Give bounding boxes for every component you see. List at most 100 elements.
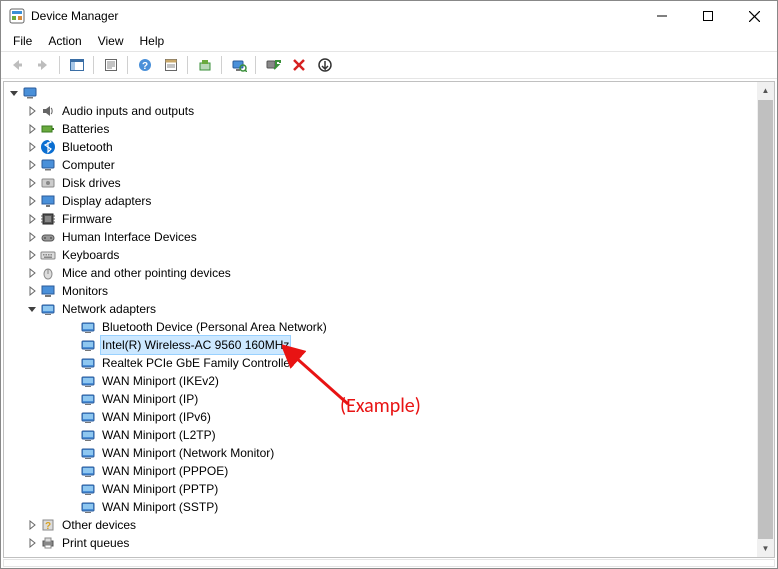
tree-item-label[interactable]: WAN Miniport (L2TP) <box>100 426 218 444</box>
tree-item-label[interactable]: Batteries <box>60 120 111 138</box>
expand-icon[interactable] <box>24 535 40 551</box>
tree-item-label[interactable]: WAN Miniport (IPv6) <box>100 408 213 426</box>
expand-icon[interactable] <box>24 193 40 209</box>
help-button[interactable]: ? <box>133 54 157 76</box>
tree-item-label[interactable]: Monitors <box>60 282 110 300</box>
expand-icon[interactable] <box>24 229 40 245</box>
printer-icon <box>40 535 56 551</box>
tree-category[interactable]: Print queues <box>4 534 774 552</box>
toolbar-separator <box>185 54 191 76</box>
battery-icon <box>40 121 56 137</box>
minimize-button[interactable] <box>639 1 685 31</box>
tree-category[interactable]: Computer <box>4 156 774 174</box>
expand-icon[interactable] <box>24 103 40 119</box>
close-button[interactable] <box>731 1 777 31</box>
expand-icon[interactable] <box>24 247 40 263</box>
collapse-icon[interactable] <box>6 85 22 101</box>
scroll-thumb[interactable] <box>758 100 773 539</box>
tree-category[interactable]: Bluetooth <box>4 138 774 156</box>
expand-icon[interactable] <box>24 211 40 227</box>
tree-device[interactable]: WAN Miniport (IKEv2) <box>4 372 774 390</box>
expand-icon[interactable] <box>24 139 40 155</box>
tree-category[interactable]: Firmware <box>4 210 774 228</box>
tree-item-label[interactable]: Print queues <box>60 534 131 552</box>
tree-item-label[interactable]: Display adapters <box>60 192 153 210</box>
expand-icon[interactable] <box>24 157 40 173</box>
tree-device[interactable]: WAN Miniport (IP) <box>4 390 774 408</box>
forward-button[interactable] <box>31 54 55 76</box>
tree-item-label[interactable]: WAN Miniport (IP) <box>100 390 200 408</box>
toolbar-separator <box>57 54 63 76</box>
tree-device[interactable]: WAN Miniport (SSTP) <box>4 498 774 516</box>
tree-device[interactable]: WAN Miniport (PPPOE) <box>4 462 774 480</box>
scan-hardware-button[interactable] <box>227 54 251 76</box>
tree-item-label[interactable]: Realtek PCIe GbE Family Controller <box>100 354 296 372</box>
uninstall-button[interactable] <box>287 54 311 76</box>
tree-item-label[interactable]: Keyboards <box>60 246 121 264</box>
tree-device[interactable]: WAN Miniport (PPTP) <box>4 480 774 498</box>
tree-device[interactable]: Bluetooth Device (Personal Area Network) <box>4 318 774 336</box>
tree-item-label[interactable]: WAN Miniport (PPTP) <box>100 480 220 498</box>
tree-category[interactable]: Monitors <box>4 282 774 300</box>
vertical-scrollbar[interactable]: ▲ ▼ <box>757 82 774 557</box>
tree-device[interactable]: WAN Miniport (L2TP) <box>4 426 774 444</box>
enable-device-button[interactable] <box>261 54 285 76</box>
tree-device[interactable]: WAN Miniport (Network Monitor) <box>4 444 774 462</box>
svg-text:?: ? <box>45 521 51 532</box>
tree-item-label[interactable]: Bluetooth Device (Personal Area Network) <box>100 318 329 336</box>
action-center-button[interactable] <box>159 54 183 76</box>
expand-icon[interactable] <box>24 175 40 191</box>
tree-category[interactable]: Network adapters <box>4 300 774 318</box>
tree-item-label[interactable]: Human Interface Devices <box>60 228 199 246</box>
tree-category[interactable]: Mice and other pointing devices <box>4 264 774 282</box>
root-icon <box>22 85 38 101</box>
tree-category[interactable]: Disk drives <box>4 174 774 192</box>
maximize-button[interactable] <box>685 1 731 31</box>
properties-button[interactable] <box>99 54 123 76</box>
collapse-icon[interactable] <box>24 301 40 317</box>
tree-category[interactable]: Human Interface Devices <box>4 228 774 246</box>
tree-item-label[interactable]: Audio inputs and outputs <box>60 102 196 120</box>
tree-item-label[interactable]: Intel(R) Wireless-AC 9560 160MHz <box>100 335 291 355</box>
tree-root[interactable] <box>4 84 774 102</box>
expand-icon[interactable] <box>24 265 40 281</box>
menu-help[interactable]: Help <box>132 32 173 50</box>
tree-category[interactable]: ? Other devices <box>4 516 774 534</box>
update-driver-button[interactable] <box>193 54 217 76</box>
tree-category[interactable]: Audio inputs and outputs <box>4 102 774 120</box>
tree-category[interactable]: Display adapters <box>4 192 774 210</box>
scroll-up-button[interactable]: ▲ <box>757 82 774 99</box>
tree-item-label[interactable]: Mice and other pointing devices <box>60 264 233 282</box>
show-hide-tree-button[interactable] <box>65 54 89 76</box>
device-tree[interactable]: Audio inputs and outputsBatteriesBluetoo… <box>4 82 774 557</box>
tree-item-label[interactable]: WAN Miniport (IKEv2) <box>100 372 221 390</box>
keyboard-icon <box>40 247 56 263</box>
expand-icon[interactable] <box>24 283 40 299</box>
tree-item-label[interactable]: WAN Miniport (Network Monitor) <box>100 444 276 462</box>
tree-item-label[interactable]: Other devices <box>60 516 138 534</box>
tree-device[interactable]: WAN Miniport (IPv6) <box>4 408 774 426</box>
menu-action[interactable]: Action <box>40 32 89 50</box>
tree-item-label[interactable]: Computer <box>60 156 117 174</box>
network-icon <box>80 463 96 479</box>
tree-item-label[interactable]: Bluetooth <box>60 138 115 156</box>
tree-item-label[interactable]: Network adapters <box>60 300 158 318</box>
back-button[interactable] <box>5 54 29 76</box>
menu-file[interactable]: File <box>5 32 40 50</box>
tree-device[interactable]: Intel(R) Wireless-AC 9560 160MHz <box>4 336 774 354</box>
tree-item-label[interactable]: Disk drives <box>60 174 123 192</box>
tree-category[interactable]: Batteries <box>4 120 774 138</box>
tree-category[interactable]: Keyboards <box>4 246 774 264</box>
tree-device[interactable]: Realtek PCIe GbE Family Controller <box>4 354 774 372</box>
expand-icon[interactable] <box>24 121 40 137</box>
tree-item-label[interactable]: WAN Miniport (SSTP) <box>100 498 220 516</box>
add-legacy-button[interactable] <box>313 54 337 76</box>
expand-icon[interactable] <box>24 517 40 533</box>
tree-item-label[interactable]: WAN Miniport (PPPOE) <box>100 462 230 480</box>
title-bar: Device Manager <box>1 1 777 31</box>
toolbar-separator <box>219 54 225 76</box>
scroll-down-button[interactable]: ▼ <box>757 540 774 557</box>
menu-view[interactable]: View <box>90 32 132 50</box>
tree-item-label[interactable]: Firmware <box>60 210 114 228</box>
mouse-icon <box>40 265 56 281</box>
